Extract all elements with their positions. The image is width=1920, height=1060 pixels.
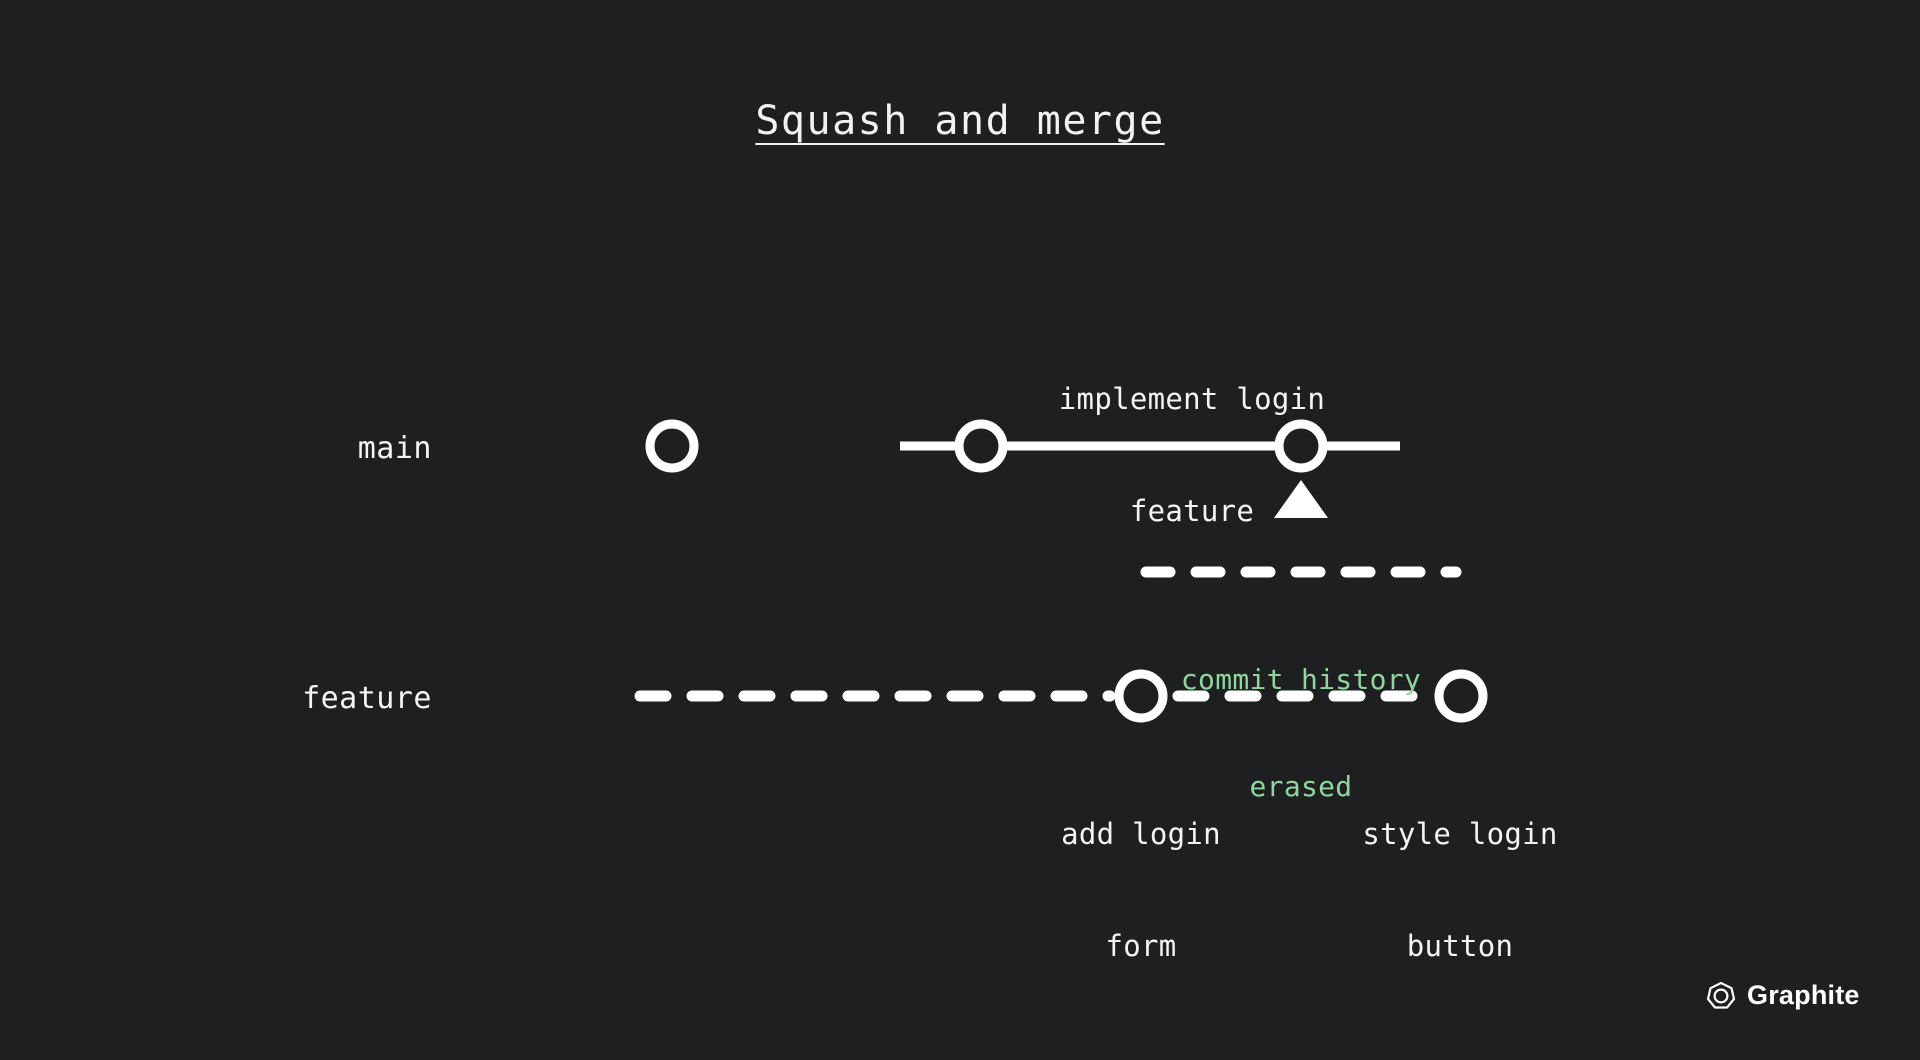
commit-label-line1: implement login xyxy=(1058,382,1326,417)
graphite-hexagon-logo-icon xyxy=(1706,981,1736,1009)
annotation-line2: erased xyxy=(1249,770,1353,804)
git-branch-diagram xyxy=(462,419,1622,723)
brand-logo: Graphite xyxy=(1706,980,1860,1011)
page-title: Squash and merge xyxy=(755,98,1165,144)
branch-label-feature: feature xyxy=(302,681,432,716)
annotation-line1: commit history xyxy=(1180,662,1422,696)
main-commit-node-2[interactable] xyxy=(954,419,1008,473)
brand-name: Graphite xyxy=(1747,980,1860,1010)
commit-label-implement-login-feature: implement login feature xyxy=(1052,307,1332,604)
commit-label-line2: button xyxy=(1406,928,1514,963)
commit-label-line2: form xyxy=(1105,928,1177,963)
commit-history-erased-label: commit history erased xyxy=(1140,590,1462,877)
main-commit-node-1[interactable] xyxy=(645,419,699,473)
commit-label-line2: feature xyxy=(1129,493,1255,528)
branch-label-main: main xyxy=(357,431,432,466)
diagram-canvas: Squash and merge main feature implement … xyxy=(0,0,1920,1060)
